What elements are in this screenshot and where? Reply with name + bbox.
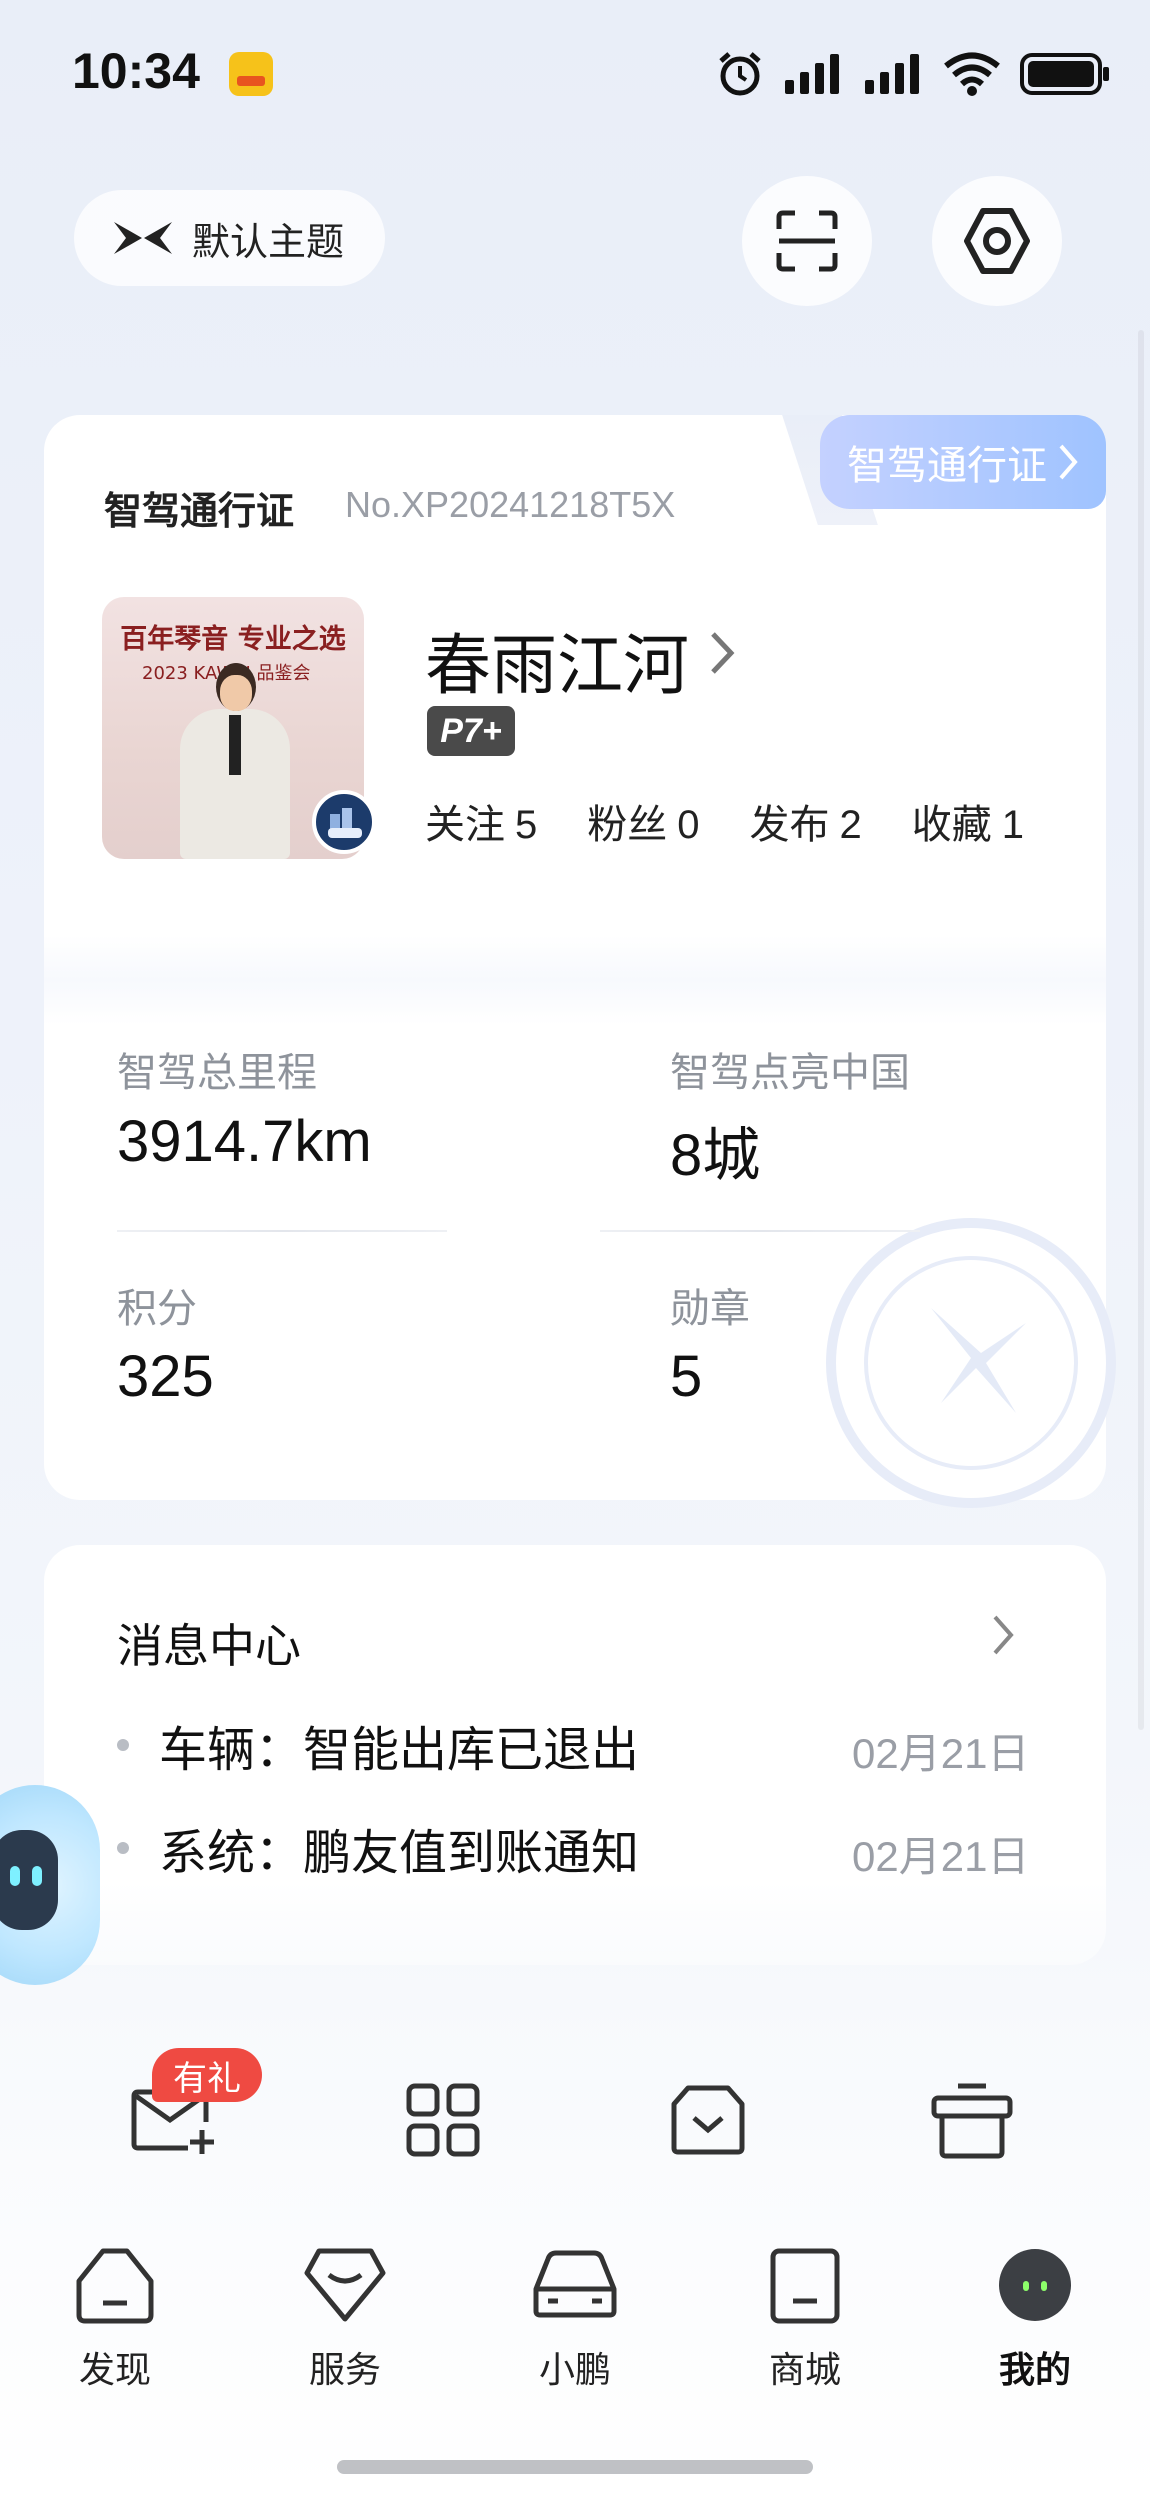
- battery-icon: [1020, 53, 1109, 95]
- stat-label: 收藏: [911, 802, 992, 848]
- cities-label: 智驾点亮中国: [670, 1050, 910, 1096]
- stat-value: 0: [677, 803, 700, 847]
- passport-tab-button[interactable]: 智驾通行证: [820, 415, 1106, 509]
- avatar-caption: 百年琴音 专业之选: [120, 624, 346, 655]
- metric-divider: [600, 1230, 920, 1232]
- passport-tab-label: 智驾通行证: [847, 443, 1047, 489]
- scan-button[interactable]: [742, 176, 872, 306]
- bullet-dot: [117, 1739, 129, 1751]
- basket-button[interactable]: [663, 2075, 753, 2165]
- home-indicator[interactable]: [337, 2460, 813, 2474]
- total-mileage-label: 智驾总里程: [117, 1050, 317, 1096]
- status-icons: [715, 46, 1111, 102]
- bullet-dot: [117, 1842, 129, 1854]
- nav-label: 小鹏: [538, 2350, 611, 2391]
- gift-box-button[interactable]: [927, 2075, 1017, 2165]
- message-item[interactable]: 车辆：智能出库已退出: [117, 1715, 639, 1778]
- nav-mall[interactable]: 商城: [740, 2245, 870, 2393]
- medals-value: 5: [670, 1344, 703, 1409]
- stat-posts[interactable]: 发布 2: [750, 792, 862, 850]
- stat-followers[interactable]: 粉丝 0: [587, 792, 699, 850]
- grid-apps-icon: [406, 2083, 480, 2157]
- stat-favorites[interactable]: 收藏 1: [912, 792, 1024, 850]
- passport-number: No.XP20241218T5X: [345, 484, 676, 525]
- chevron-right-icon: [1059, 444, 1078, 480]
- level-badge: P7+: [427, 706, 515, 756]
- stat-value: 1: [1001, 803, 1024, 847]
- scrollbar[interactable]: [1138, 330, 1144, 1730]
- signal-1-icon: [785, 54, 839, 94]
- nav-me[interactable]: 我的: [970, 2245, 1100, 2393]
- total-mileage-value: 3914.7km: [117, 1109, 372, 1174]
- mall-icon: [770, 2248, 840, 2324]
- message-date: 02月21日: [852, 1730, 1030, 1777]
- nav-label: 发现: [78, 2350, 151, 2391]
- signal-2-icon: [865, 54, 919, 94]
- passport-title: 智驾通行证: [104, 489, 295, 533]
- car-owner-badge-icon: [312, 790, 376, 854]
- nav-xpeng[interactable]: 小鹏: [510, 2245, 640, 2393]
- message-center-title: 消息中心: [117, 1619, 301, 1673]
- nav-label: 商城: [768, 2350, 841, 2391]
- message-text: 系统：鹏友值到账通知: [159, 1825, 640, 1881]
- alarm-icon: [719, 52, 761, 96]
- passport-stamp-graphic: [864, 1256, 1078, 1470]
- notification-app-icon: [229, 52, 273, 96]
- nav-discover[interactable]: 发现: [50, 2245, 180, 2393]
- theme-button[interactable]: 默认主题: [74, 190, 385, 286]
- profile-arrow-button[interactable]: [708, 628, 736, 682]
- stat-following[interactable]: 关注 5: [425, 792, 537, 850]
- cities-value: 8城: [670, 1123, 761, 1188]
- username[interactable]: 春雨江河: [425, 612, 689, 708]
- stat-label: 粉丝: [587, 802, 668, 848]
- message-center-arrow[interactable]: [990, 1612, 1016, 1662]
- metric-divider: [117, 1230, 447, 1232]
- nav-label: 服务: [308, 2350, 381, 2391]
- message-date: 02月21日: [852, 1833, 1030, 1880]
- stat-label: 关注: [425, 802, 505, 848]
- scan-icon: [776, 210, 838, 272]
- gift-box-icon: [931, 2083, 1013, 2159]
- settings-button[interactable]: [932, 176, 1062, 306]
- robot-eye: [32, 1866, 42, 1886]
- stat-label: 发布: [749, 802, 830, 848]
- medals-label: 勋章: [670, 1286, 750, 1332]
- message-item[interactable]: 系统：鹏友值到账通知: [117, 1818, 639, 1881]
- robot-eye: [10, 1866, 20, 1886]
- apps-button[interactable]: [398, 2075, 488, 2165]
- me-avatar-icon: [999, 2249, 1071, 2321]
- stat-value: 2: [839, 803, 862, 847]
- passport-stamp: [826, 1218, 1116, 1508]
- avatar-person-face: [220, 675, 252, 711]
- car-badge-graphic: [328, 808, 362, 838]
- message-text: 车辆：智能出库已退出: [159, 1722, 640, 1778]
- status-time: 10:34: [72, 43, 200, 99]
- shopping-basket-icon: [671, 2085, 745, 2155]
- stat-value: 5: [515, 803, 538, 847]
- settings-hexagon-icon: [964, 208, 1030, 274]
- chevron-right-icon: [711, 632, 735, 674]
- nav-service[interactable]: 服务: [280, 2245, 410, 2393]
- wifi-icon: [944, 52, 1000, 96]
- theme-label: 默认主题: [192, 219, 345, 264]
- xpeng-logo-icon: [114, 222, 172, 254]
- avatar-person-tie: [229, 715, 241, 775]
- points-value: 325: [117, 1344, 214, 1409]
- assistant-robot-icon: [0, 1830, 58, 1930]
- nav-label: 我的: [998, 2350, 1071, 2391]
- card-divider: [44, 935, 1106, 1025]
- service-icon: [304, 2248, 386, 2322]
- chevron-right-icon: [993, 1615, 1014, 1655]
- discover-icon: [76, 2248, 154, 2324]
- social-stats: 关注 5 粉丝 0 发布 2 收藏 1: [425, 792, 1024, 850]
- car-icon: [533, 2250, 617, 2318]
- gift-badge: 有礼: [152, 2048, 262, 2102]
- points-label: 积分: [117, 1286, 197, 1332]
